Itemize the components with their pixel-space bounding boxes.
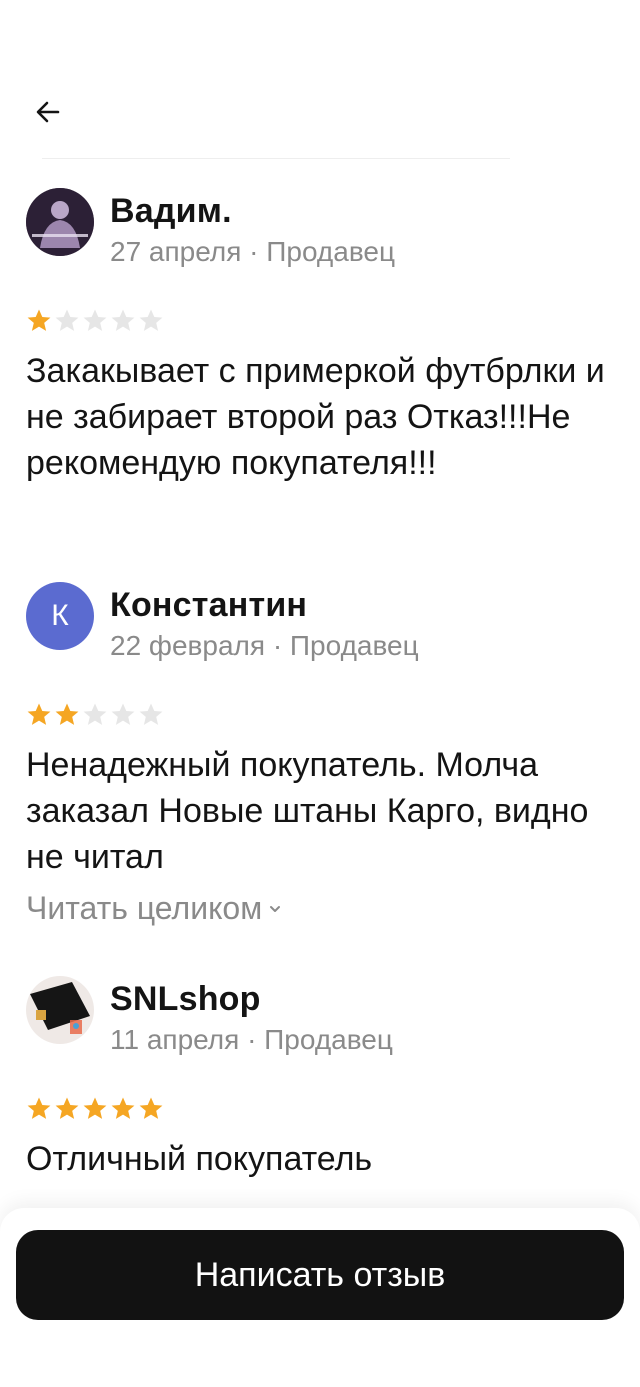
star-icon: [83, 703, 107, 725]
star-icon: [27, 703, 51, 725]
write-review-button[interactable]: Написать отзыв: [16, 1230, 624, 1320]
star-icon: [27, 1097, 51, 1119]
avatar[interactable]: К: [26, 582, 94, 650]
review-text: Закакывает с примеркой футбрлки и не заб…: [26, 352, 605, 482]
review-author[interactable]: Константин: [110, 586, 307, 625]
header: [0, 0, 640, 160]
star-icon: [111, 1097, 135, 1119]
read-more-link[interactable]: Читать целиком: [26, 890, 282, 927]
star-icon: [83, 309, 107, 331]
bottom-action-panel: Написать отзыв: [0, 1208, 640, 1387]
review-card: Вадим. 27 апреля · Продавец Закакывает с…: [26, 188, 616, 528]
read-more-label: Читать целиком: [26, 890, 263, 926]
arrow-left-icon: [36, 101, 60, 123]
header-divider: [42, 158, 510, 159]
review-card: SNLshop 11 апреля · Продавец Отличный по…: [26, 976, 616, 1186]
star-icon: [139, 309, 163, 331]
rating-stars: [26, 1096, 164, 1122]
review-meta: 22 февраля · Продавец: [110, 630, 419, 661]
star-icon: [111, 309, 135, 331]
review-meta: 27 апреля · Продавец: [110, 236, 395, 267]
review-text: Отличный покупатель: [26, 1140, 373, 1178]
review-card: К Константин 22 февраля · Продавец Ненад…: [26, 582, 616, 942]
avatar-letter: К: [51, 599, 69, 632]
review-author[interactable]: SNLshop: [110, 980, 261, 1019]
avatar[interactable]: [26, 188, 94, 256]
star-icon: [55, 309, 79, 331]
star-icon: [27, 309, 51, 331]
star-icon: [55, 703, 79, 725]
star-icon: [55, 1097, 79, 1119]
avatar[interactable]: [26, 976, 94, 1044]
rating-stars: [26, 308, 164, 334]
star-icon: [111, 703, 135, 725]
review-text: Ненадежный покупатель. Молча заказал Нов…: [26, 746, 589, 876]
review-author[interactable]: Вадим.: [110, 192, 232, 231]
star-icon: [139, 703, 163, 725]
review-meta: 11 апреля · Продавец: [110, 1024, 393, 1055]
back-button[interactable]: [24, 88, 72, 136]
chevron-down-icon: [270, 905, 281, 912]
write-review-label: Написать отзыв: [194, 1255, 446, 1294]
star-icon: [83, 1097, 107, 1119]
star-icon: [139, 1097, 163, 1119]
rating-stars: [26, 702, 164, 728]
